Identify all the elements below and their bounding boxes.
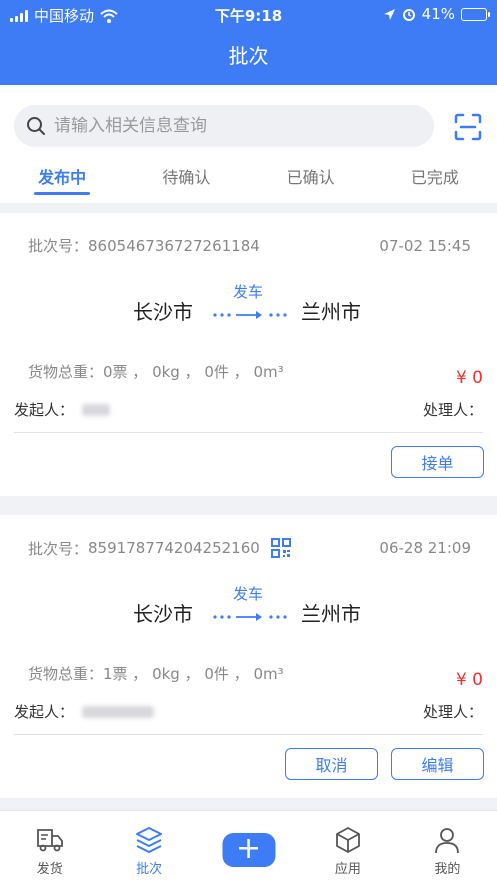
status-tabs: 发布中 待确认 已确认 已完成 xyxy=(0,161,497,203)
scan-icon[interactable] xyxy=(453,112,483,142)
truck-icon xyxy=(36,829,63,852)
destination-city: 兰州市 xyxy=(301,300,361,324)
batch-card[interactable]: 批次号： 860546736727261184 07-02 15:45 长沙市 … xyxy=(0,213,497,496)
batch-date: 06-28 21:09 xyxy=(379,539,471,557)
handler-label: 处理人： xyxy=(422,703,483,721)
route: 长沙市 发车 兰州市 xyxy=(0,583,497,633)
search-box[interactable] xyxy=(14,105,434,147)
initiator-label: 发起人： xyxy=(14,401,75,419)
tabbar-item-mine[interactable]: 我的 xyxy=(398,811,497,883)
batch-card[interactable]: 批次号： 859178774204252160 06-28 21:09 长沙市 … xyxy=(0,515,497,798)
batch-number: 859178774204252160 xyxy=(88,539,260,557)
tab-completed[interactable]: 已完成 xyxy=(373,161,497,203)
bottom-tab-bar: 发货 批次 + 应用 我的 xyxy=(0,810,497,883)
destination-city: 兰州市 xyxy=(301,602,361,626)
tab-publishing[interactable]: 发布中 xyxy=(0,161,124,203)
tabbar-item-ship[interactable]: 发货 xyxy=(0,811,99,883)
search-section: 发布中 待确认 已确认 已完成 xyxy=(0,85,497,203)
qr-code-icon[interactable] xyxy=(270,537,292,559)
divider xyxy=(14,432,483,433)
initiator-name-redacted xyxy=(82,705,155,718)
tabbar-item-add[interactable]: + xyxy=(199,811,298,883)
tabbar-label: 发货 xyxy=(36,862,63,877)
edit-button[interactable]: 编辑 xyxy=(391,748,484,780)
cancel-button[interactable]: 取消 xyxy=(285,748,378,780)
tabbar-label: 批次 xyxy=(136,862,163,877)
search-input[interactable] xyxy=(54,116,414,136)
batch-number-label: 批次号： xyxy=(28,237,89,255)
route-status: 发车 xyxy=(233,283,264,301)
plus-icon[interactable]: + xyxy=(222,833,276,867)
search-icon xyxy=(27,117,45,135)
batch-number: 860546736727261184 xyxy=(88,236,260,255)
route-arrow-icon xyxy=(213,311,287,319)
batch-number-label: 批次号： xyxy=(28,539,89,558)
tab-confirmed[interactable]: 已确认 xyxy=(249,161,373,203)
status-bar: 中国移动 下午9:18 41% xyxy=(0,0,497,30)
origin-city: 长沙市 xyxy=(133,300,193,324)
batch-price: ¥ 0 xyxy=(455,670,483,690)
location-icon xyxy=(383,8,395,20)
initiator-label: 发起人： xyxy=(14,703,75,721)
cargo-weight: 货物总重：0票 ， 0kg ， 0件 ， 0m³ xyxy=(28,363,284,381)
tab-pending[interactable]: 待确认 xyxy=(124,161,248,203)
route-arrow-icon xyxy=(213,613,287,621)
initiator-name-redacted xyxy=(82,403,111,416)
tabbar-item-batch[interactable]: 批次 xyxy=(99,811,198,883)
tabbar-label: 我的 xyxy=(434,862,461,877)
handler-label: 处理人： xyxy=(422,401,483,419)
layers-icon xyxy=(136,827,163,853)
divider xyxy=(14,734,483,735)
tabbar-label: 应用 xyxy=(334,862,361,877)
box-icon xyxy=(336,827,360,853)
alarm-icon xyxy=(402,9,415,21)
accept-order-button[interactable]: 接单 xyxy=(391,446,484,478)
route: 长沙市 发车 兰州市 xyxy=(0,281,497,331)
batch-date: 07-02 15:45 xyxy=(379,236,471,255)
tabbar-item-apps[interactable]: 应用 xyxy=(298,811,397,883)
origin-city: 长沙市 xyxy=(133,602,193,626)
header: 中国移动 下午9:18 41% 批次 xyxy=(0,0,497,85)
route-status: 发车 xyxy=(233,585,264,603)
batch-price: ¥ 0 xyxy=(455,368,483,388)
cargo-weight: 货物总重：1票 ， 0kg ， 0件 ， 0m³ xyxy=(28,665,284,683)
battery-icon xyxy=(461,7,490,21)
user-icon xyxy=(435,828,460,854)
battery-percent: 41% xyxy=(421,5,455,23)
page-title: 批次 xyxy=(228,44,269,68)
